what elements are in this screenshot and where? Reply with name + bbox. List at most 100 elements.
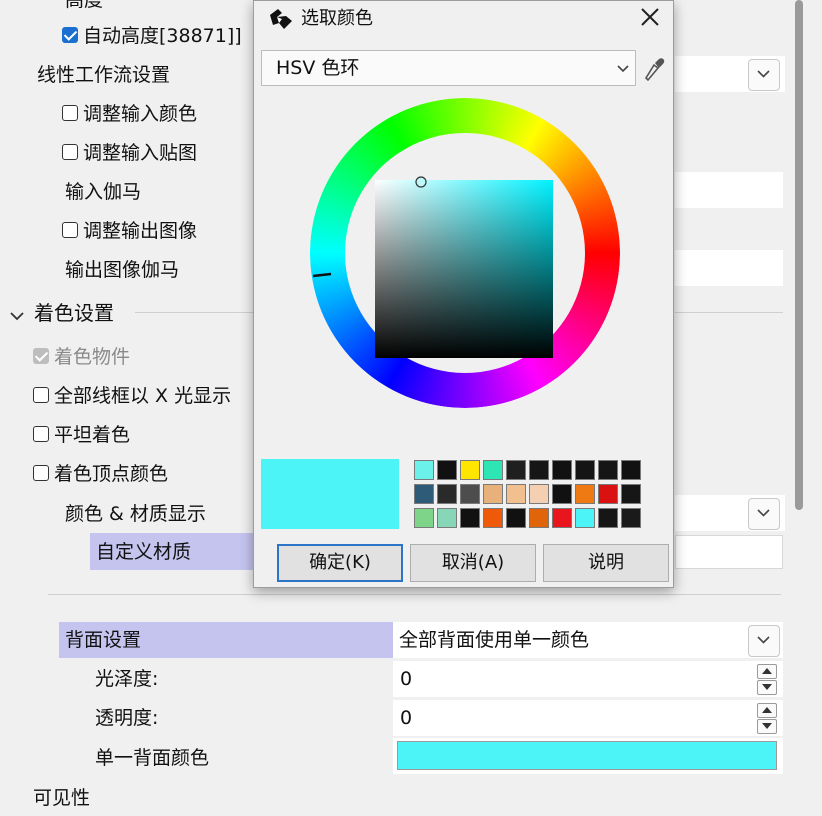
- color-swatch[interactable]: [529, 484, 549, 504]
- checkbox-icon[interactable]: [33, 386, 49, 403]
- color-material-dropdown[interactable]: [748, 498, 780, 530]
- app-logo-icon: [268, 7, 294, 36]
- dialog-title: 选取颜色: [301, 8, 373, 29]
- color-swatch[interactable]: [529, 460, 549, 480]
- custom-material-label[interactable]: 自定义材质: [96, 534, 191, 570]
- color-swatch[interactable]: [575, 460, 595, 480]
- gloss-spinner[interactable]: [757, 664, 777, 695]
- flat-shading-checkbox[interactable]: 平坦着色: [33, 417, 130, 453]
- auto-height-checkbox[interactable]: 自动高度[38871]]: [62, 18, 242, 54]
- chevron-down-icon: [757, 636, 770, 644]
- color-swatch[interactable]: [414, 484, 434, 504]
- linear-workflow-label: 线性工作流设置: [37, 64, 171, 86]
- input-gamma-field[interactable]: [675, 172, 783, 208]
- adjust-input-color-label: 调整输入颜色: [83, 103, 198, 125]
- transparency-spinner[interactable]: [757, 703, 777, 734]
- color-swatch[interactable]: [552, 460, 572, 480]
- color-swatch[interactable]: [598, 508, 618, 528]
- current-color-preview: [261, 459, 399, 529]
- color-cursor: [415, 176, 427, 188]
- adjust-input-texture-label: 调整输入贴图: [83, 142, 198, 164]
- linear-workflow-dropdown[interactable]: [748, 59, 780, 91]
- height-label: 高度: [65, 0, 104, 11]
- vertex-color-label: 着色顶点颜色: [54, 463, 169, 485]
- shading-section-title[interactable]: 着色设置: [34, 295, 114, 331]
- close-icon[interactable]: [640, 7, 664, 31]
- checkbox-icon[interactable]: [33, 464, 49, 481]
- checkbox-icon[interactable]: [62, 104, 78, 121]
- color-swatch[interactable]: [483, 484, 503, 504]
- hsv-color-wheel[interactable]: [287, 98, 643, 413]
- adjust-input-color-checkbox[interactable]: 调整输入颜色: [62, 96, 197, 132]
- chevron-down-icon: [757, 70, 770, 78]
- spin-down-icon[interactable]: [757, 719, 777, 734]
- color-swatch[interactable]: [598, 484, 618, 504]
- color-swatch[interactable]: [621, 484, 641, 504]
- color-material-display-label: 颜色 & 材质显示: [65, 503, 206, 525]
- shade-objects-label: 着色物件: [54, 346, 131, 368]
- single-back-color-swatch[interactable]: [397, 741, 777, 770]
- transparency-label: 透明度:: [95, 707, 159, 729]
- backface-dropdown[interactable]: [748, 625, 780, 657]
- color-swatch[interactable]: [483, 508, 503, 528]
- color-swatch[interactable]: [483, 460, 503, 480]
- chevron-down-icon[interactable]: [10, 304, 24, 326]
- gloss-input[interactable]: [393, 661, 783, 697]
- transparency-input[interactable]: [393, 700, 783, 736]
- cancel-button[interactable]: 取消(A): [410, 544, 536, 582]
- output-gamma-label: 输出图像伽马: [65, 259, 180, 281]
- auto-height-label: 自动高度[38871]]: [83, 25, 242, 47]
- scrollbar-thumb[interactable]: [795, 0, 803, 510]
- checkbox-icon[interactable]: [62, 221, 78, 238]
- adjust-input-texture-checkbox[interactable]: 调整输入贴图: [62, 135, 197, 171]
- xray-wireframe-checkbox[interactable]: 全部线框以 X 光显示: [33, 378, 231, 414]
- eyedropper-icon[interactable]: [642, 56, 666, 87]
- color-swatch[interactable]: [414, 460, 434, 480]
- checkbox-icon[interactable]: [33, 425, 49, 442]
- color-swatch[interactable]: [598, 460, 618, 480]
- checkbox-checked-icon[interactable]: [62, 26, 78, 43]
- color-picker-dialog: 选取颜色 HSV 色环 确定(K) 取消(A) 说明: [253, 0, 674, 588]
- color-swatch[interactable]: [460, 484, 480, 504]
- backface-value[interactable]: 全部背面使用单一颜色: [399, 622, 589, 658]
- color-swatch[interactable]: [460, 460, 480, 480]
- color-mode-value: HSV 色环: [276, 57, 360, 79]
- spin-up-icon[interactable]: [757, 664, 777, 679]
- color-swatch[interactable]: [552, 508, 572, 528]
- color-mode-select[interactable]: HSV 色环: [261, 50, 636, 86]
- help-button[interactable]: 说明: [543, 544, 669, 582]
- backface-label[interactable]: 背面设置: [65, 622, 141, 658]
- adjust-output-image-checkbox[interactable]: 调整输出图像: [62, 213, 197, 249]
- section-divider: [48, 594, 781, 595]
- color-swatch[interactable]: [506, 508, 526, 528]
- color-swatch[interactable]: [437, 460, 457, 480]
- color-swatch[interactable]: [575, 484, 595, 504]
- spin-down-icon[interactable]: [757, 680, 777, 695]
- gloss-label: 光泽度:: [95, 668, 159, 690]
- color-swatch[interactable]: [621, 460, 641, 480]
- spin-up-icon[interactable]: [757, 703, 777, 718]
- color-swatch[interactable]: [437, 484, 457, 504]
- color-swatch[interactable]: [506, 460, 526, 480]
- gloss-value[interactable]: 0: [400, 661, 412, 697]
- color-swatch[interactable]: [575, 508, 595, 528]
- vertex-color-checkbox[interactable]: 着色顶点颜色: [33, 456, 168, 492]
- output-gamma-field[interactable]: [675, 250, 783, 286]
- transparency-value[interactable]: 0: [400, 700, 412, 736]
- custom-material-field[interactable]: [675, 535, 783, 569]
- checkbox-icon[interactable]: [62, 143, 78, 160]
- visibility-label: 可见性: [33, 787, 91, 809]
- color-swatch[interactable]: [506, 484, 526, 504]
- color-swatch[interactable]: [529, 508, 549, 528]
- ok-button[interactable]: 确定(K): [277, 544, 403, 582]
- chevron-down-icon: [757, 509, 770, 517]
- color-swatch[interactable]: [437, 508, 457, 528]
- color-swatch[interactable]: [552, 484, 572, 504]
- flat-shading-label: 平坦着色: [54, 424, 131, 446]
- color-swatch[interactable]: [460, 508, 480, 528]
- color-swatch[interactable]: [414, 508, 434, 528]
- section-divider: [135, 312, 255, 313]
- section-divider: [675, 312, 783, 313]
- color-swatch[interactable]: [621, 508, 641, 528]
- checkbox-disabled-icon: [33, 347, 49, 364]
